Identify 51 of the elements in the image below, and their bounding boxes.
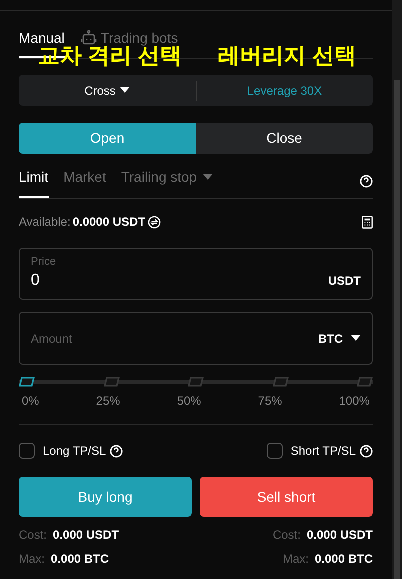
help-icon[interactable] xyxy=(110,444,124,458)
price-unit: USDT xyxy=(328,272,361,290)
order-type-tab[interactable]: Trailing stop xyxy=(121,167,214,198)
max-label: Max: xyxy=(19,551,46,568)
mode-tab[interactable]: Trading bots xyxy=(80,30,178,46)
leverage-button[interactable]: Leverage 30X xyxy=(196,82,373,100)
order-type-tab[interactable]: Market xyxy=(64,167,106,198)
slider-tick-icon[interactable] xyxy=(188,377,204,387)
unit-dropdown[interactable]: BTC xyxy=(318,330,361,348)
caret-icon xyxy=(351,335,361,342)
checkbox[interactable] xyxy=(266,443,283,459)
slider-label: 50% xyxy=(176,393,202,410)
amount-slider[interactable] xyxy=(19,375,373,389)
max-value: 0.000 BTC xyxy=(51,551,110,568)
transfer-icon[interactable] xyxy=(148,216,161,228)
caret-icon xyxy=(120,87,130,94)
amount-placeholder: Amount xyxy=(31,330,72,348)
slider-label: 25% xyxy=(95,393,122,410)
annotation-text: 레버리지 선택 xyxy=(218,45,356,67)
cost-label: Cost: xyxy=(272,527,301,544)
robot-icon xyxy=(80,30,97,46)
slider-label: 0% xyxy=(21,393,40,410)
slider-tick-icon[interactable] xyxy=(357,377,373,387)
tpsl-label: Long TP/SL xyxy=(43,443,106,460)
available-value: 0.0000 USDT xyxy=(72,214,146,231)
available-label: Available: xyxy=(19,214,71,231)
cost-value: 0.000 USDT xyxy=(306,527,373,544)
cost-value: 0.000 USDT xyxy=(53,527,120,544)
help-icon[interactable] xyxy=(360,175,373,188)
cost-label: Cost: xyxy=(19,527,48,544)
checkbox[interactable] xyxy=(19,443,35,459)
price-value: 0 xyxy=(31,270,40,290)
help-icon[interactable] xyxy=(360,444,373,458)
slider-thumb[interactable] xyxy=(19,377,35,387)
side-tab[interactable]: Close xyxy=(196,123,373,154)
max-label: Max: xyxy=(282,551,309,568)
tpsl-label: Short TP/SL xyxy=(290,443,356,460)
margin-mode-dropdown[interactable]: Cross xyxy=(19,82,196,100)
slider-label: 100% xyxy=(338,393,371,410)
mode-tab[interactable]: Manual xyxy=(19,30,65,46)
sell-short-button[interactable]: Sell short xyxy=(200,477,373,517)
slider-tick-icon[interactable] xyxy=(104,377,120,387)
order-type-tab[interactable]: Limit xyxy=(19,167,49,198)
amount-field[interactable]: Amount BTC xyxy=(19,312,373,365)
price-label: Price xyxy=(31,256,58,268)
slider-tick-icon[interactable] xyxy=(272,377,288,387)
calculator-icon[interactable] xyxy=(362,216,373,228)
scrollbar[interactable] xyxy=(392,0,402,579)
price-field[interactable]: Price 0 USDT xyxy=(19,248,373,300)
max-value: 0.000 BTC xyxy=(314,551,373,568)
slider-label: 75% xyxy=(257,393,284,410)
